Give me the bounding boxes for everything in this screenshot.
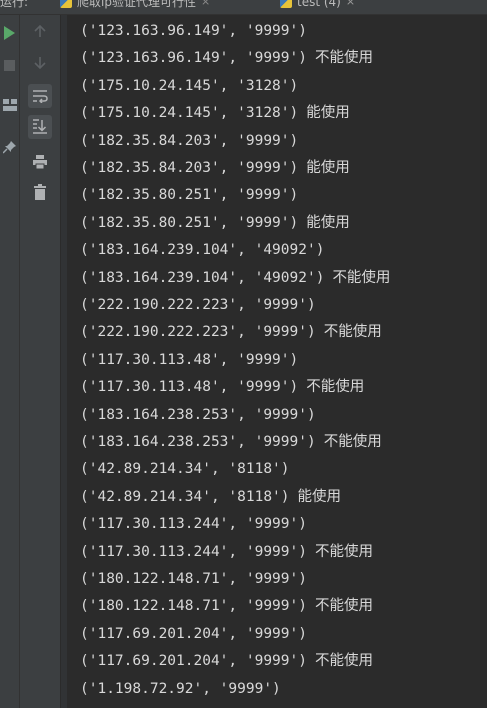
scroll-to-end-button[interactable] (28, 115, 52, 139)
console-line-text: ('117.69.201.204', '9999') (80, 653, 307, 670)
scroll-up-button[interactable] (28, 19, 52, 43)
console-line-status: 能使用 (306, 214, 350, 231)
console-line: ('123.163.96.149', '9999') 不能使用 (80, 47, 373, 69)
console-line-text: ('180.122.148.71', '9999') (80, 598, 307, 615)
console-line: ('117.30.113.244', '9999') (80, 513, 307, 535)
tab-label: test (4) (297, 0, 341, 9)
run-controls-strip (0, 15, 20, 708)
scroll-to-end-icon (33, 119, 47, 134)
console-line: ('222.190.222.223', '9999') 不能使用 (80, 321, 382, 343)
console-line-text: ('182.35.84.203', '9999') (80, 132, 299, 149)
console-line-text: ('175.10.24.145', '3128') (80, 105, 299, 122)
console-line: ('180.122.148.71', '9999') (80, 568, 307, 590)
console-line-text: ('117.30.113.48', '9999') (80, 379, 299, 396)
play-icon (4, 26, 15, 40)
console-line-text: ('222.190.222.223', '9999') (80, 297, 316, 313)
console-line: ('1.198.72.92', '9999') (80, 678, 281, 700)
console-line: ('117.30.113.48', '9999') 不能使用 (80, 376, 364, 398)
console-line-text: ('183.164.238.253', '9999') (80, 434, 316, 450)
console-line-status: 不能使用 (314, 598, 373, 615)
console-line: ('117.30.113.48', '9999') (80, 349, 298, 371)
console-line: ('180.122.148.71', '9999') 不能使用 (80, 595, 373, 617)
console-line-status: 不能使用 (306, 379, 365, 396)
tab-test[interactable]: test (4) × (280, 0, 355, 14)
console-line-text: ('182.35.80.251', '9999') (80, 187, 299, 204)
pin-button[interactable] (0, 137, 19, 157)
console-line: ('42.89.214.34', '8118') (80, 458, 290, 480)
trash-icon (34, 184, 46, 200)
console-line-status: 能使用 (306, 105, 350, 122)
console-line-status: 能使用 (297, 488, 342, 505)
layout-icon (2, 99, 17, 111)
rerun-button[interactable] (0, 23, 19, 43)
console-gutter (61, 15, 67, 708)
console-line-status: 不能使用 (323, 434, 382, 450)
console-line-text: ('183.164.239.104', '49092') (80, 242, 325, 259)
python-file-icon (280, 0, 292, 8)
console-line: ('183.164.238.253', '9999') 不能使用 (80, 431, 382, 453)
scroll-down-button[interactable] (28, 51, 52, 75)
console-line-text: ('222.190.222.223', '9999') (80, 324, 316, 341)
console-line: ('117.69.201.204', '9999') 不能使用 (80, 650, 373, 672)
console-line-status: 不能使用 (314, 50, 373, 67)
console-line-text: ('182.35.80.251', '9999') (80, 214, 299, 231)
run-tab-bar: 运行: 爬取ip验证代理可行性 × test (4) × (0, 0, 487, 15)
console-line: ('117.69.201.204', '9999') (80, 623, 307, 645)
pin-icon (2, 141, 16, 154)
console-line-text: ('123.163.96.149', '9999') (80, 50, 307, 67)
console-line-text: ('123.163.96.149', '9999') (80, 23, 307, 39)
console-line-text: ('117.30.113.244', '9999') (80, 543, 307, 560)
console-line-status: 能使用 (306, 160, 350, 176)
console-line-text: ('1.198.72.92', '9999') (80, 680, 281, 697)
arrow-up-icon (34, 24, 46, 37)
tab-label: 爬取ip验证代理可行性 (77, 0, 196, 9)
console-line: ('182.35.80.251', '9999') (80, 184, 298, 206)
console-line-text: ('42.89.214.34', '8118') (80, 488, 290, 505)
console-line-text: ('180.122.148.71', '9999') (80, 571, 307, 587)
console-line-text: ('42.89.214.34', '8118') (80, 461, 290, 478)
arrow-down-icon (34, 57, 46, 70)
soft-wrap-icon (33, 90, 48, 103)
printer-icon (33, 155, 47, 169)
layout-button[interactable] (0, 95, 19, 115)
console-output[interactable]: ('123.163.96.149', '9999') ('123.163.96.1… (68, 15, 487, 708)
console-line: ('183.164.239.104', '49092') 不能使用 (80, 267, 390, 289)
console-line: ('183.164.239.104', '49092') (80, 239, 324, 261)
stop-button[interactable] (0, 55, 19, 75)
console-line: ('123.163.96.149', '9999') (80, 20, 307, 42)
console-line: ('182.35.80.251', '9999') 能使用 (80, 212, 350, 234)
console-line: ('175.10.24.145', '3128') (80, 75, 298, 97)
console-line-status: 不能使用 (332, 269, 391, 286)
console-line-status: 不能使用 (314, 543, 373, 560)
close-icon[interactable]: × (201, 0, 210, 8)
console-toolbar (20, 15, 61, 708)
console-line-text: ('183.164.239.104', '49092') (80, 269, 325, 286)
console-line-text: ('175.10.24.145', '3128') (80, 77, 299, 94)
run-label: 运行: (0, 0, 29, 9)
python-file-icon (60, 0, 72, 8)
console-line-status: 不能使用 (314, 653, 373, 670)
console-line-text: ('183.164.238.253', '9999') (80, 406, 316, 423)
console-line-status: 不能使用 (323, 324, 382, 341)
console-line: ('175.10.24.145', '3128') 能使用 (80, 102, 350, 124)
clear-console-button[interactable] (28, 180, 52, 204)
stop-icon (4, 59, 15, 71)
console-line: ('42.89.214.34', '8118') 能使用 (80, 486, 341, 508)
console-line: ('222.190.222.223', '9999') (80, 294, 316, 316)
console-line: ('117.30.113.244', '9999') 不能使用 (80, 541, 373, 563)
tab-crawl-ip[interactable]: 爬取ip验证代理可行性 × (60, 0, 210, 14)
console-line-text: ('182.35.84.203', '9999') (80, 160, 299, 176)
print-button[interactable] (28, 150, 52, 174)
close-icon[interactable]: × (346, 0, 355, 8)
console-line-text: ('117.30.113.48', '9999') (80, 351, 299, 368)
console-line-text: ('117.69.201.204', '9999') (80, 625, 307, 642)
console-line-text: ('117.30.113.244', '9999') (80, 516, 307, 533)
console-line: ('182.35.84.203', '9999') (80, 130, 298, 152)
soft-wrap-button[interactable] (28, 84, 52, 108)
console-line: ('182.35.84.203', '9999') 能使用 (80, 157, 350, 179)
console-line: ('183.164.238.253', '9999') (80, 404, 316, 426)
